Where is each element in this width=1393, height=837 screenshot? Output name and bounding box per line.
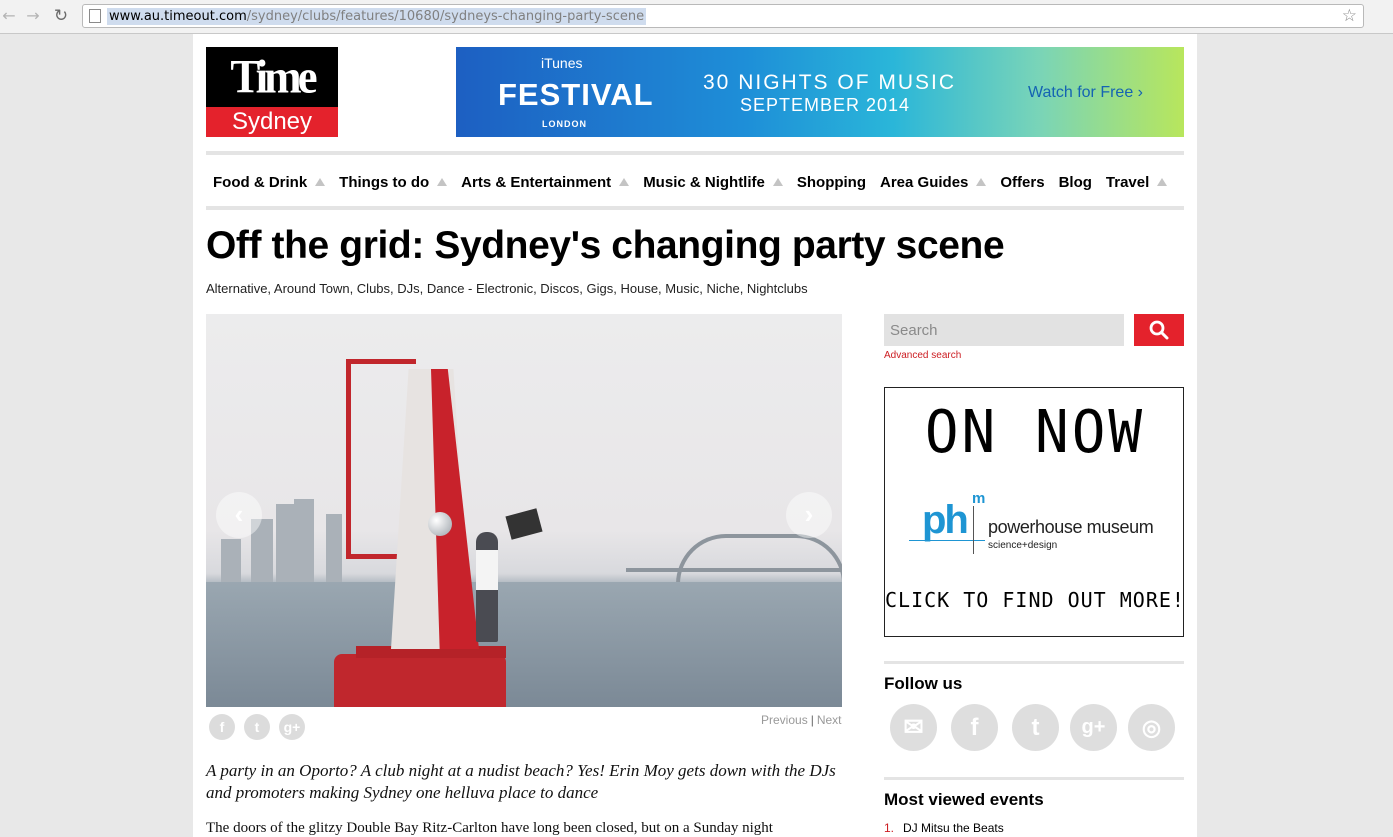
dropdown-caret-icon[interactable] — [315, 178, 326, 186]
nav-divider-bottom — [206, 206, 1184, 210]
banner-headline: 30 NIGHTS OF MUSIC — [703, 71, 957, 94]
boombox — [505, 508, 543, 540]
most-viewed-rank: 1. — [884, 821, 895, 835]
bridge-deck — [626, 568, 842, 572]
pager-separator: | — [810, 713, 814, 727]
dancer-shirt — [476, 550, 498, 590]
nav-item[interactable]: Area Guides — [880, 173, 987, 191]
article-tags[interactable]: Alternative, Around Town, Clubs, DJs, Da… — [206, 281, 808, 296]
sidebar-divider — [884, 777, 1184, 780]
nav-item[interactable]: Travel — [1105, 173, 1168, 191]
dropdown-caret-icon[interactable] — [437, 178, 448, 186]
ad-logo-divider — [973, 506, 974, 554]
banner-cta[interactable]: Watch for Free › — [1028, 84, 1143, 102]
email-icon[interactable]: ✉ — [890, 704, 937, 751]
dropdown-caret-icon[interactable] — [772, 178, 783, 186]
logo-wordmark: Time Out — [230, 50, 317, 167]
slideshow-prev-arrow-icon[interactable]: ‹ — [216, 492, 262, 538]
forward-arrow-icon[interactable]: → — [24, 6, 42, 26]
nav-item-label: Shopping — [796, 173, 867, 191]
nav-divider-top — [206, 151, 1184, 155]
banner-brand-text: iTunes — [541, 55, 583, 71]
banner-location: LONDON — [542, 119, 587, 129]
banner-ad[interactable]: iTunes FESTIVAL LONDON 30 NIGHTS OF MUSI… — [456, 47, 1184, 137]
page: Time Out Sydney iTunes FESTIVAL LONDON 3… — [193, 34, 1197, 837]
ad-museum-name: powerhouse museum — [988, 517, 1154, 537]
article-standfirst: A party in an Oporto? A club night at a … — [206, 761, 836, 802]
nav-item[interactable]: Blog — [1059, 174, 1092, 191]
browser-toolbar: ← → ↻ www.au.timeout.com/sydney/clubs/fe… — [0, 0, 1393, 34]
slideshow-next-arrow-icon[interactable]: › — [786, 492, 832, 538]
nav-item[interactable]: Food & Drink — [213, 173, 326, 191]
search-icon — [1149, 320, 1169, 340]
ad-headline: ON NOW — [924, 398, 1146, 467]
nav-item[interactable]: Music & Nightlife — [643, 174, 783, 191]
skyline-building — [294, 499, 314, 584]
search-input[interactable] — [884, 314, 1124, 346]
twitter-icon[interactable]: t — [1012, 704, 1059, 751]
banner-dates: SEPTEMBER 2014 — [740, 95, 911, 115]
main-navigation: Food & Drink Things to do Arts & Entertain… — [213, 171, 1181, 193]
bookmark-star-icon[interactable]: ☆ — [1342, 6, 1357, 26]
nav-item-label: Offers — [1000, 173, 1045, 191]
sidebar-ad[interactable]: ON NOW ph m powerhouse museum science+de… — [884, 387, 1184, 637]
instagram-icon[interactable]: ◎ — [1128, 704, 1175, 751]
nav-item[interactable]: Things to do — [339, 173, 448, 191]
nav-item-label: Arts & Entertainment — [461, 173, 612, 191]
follow-us-heading: Follow us — [884, 674, 963, 693]
share-google-plus-icon[interactable]: g+ — [279, 714, 305, 740]
share-facebook-icon[interactable]: f — [209, 714, 235, 740]
gallery-pager: Previous | Next — [761, 713, 842, 727]
ad-logo-superscript: m — [972, 490, 986, 507]
nav-item-label: Area Guides — [880, 173, 969, 191]
banner-brand: iTunes — [541, 55, 583, 71]
skyline-building — [221, 539, 241, 584]
gallery-next-link[interactable]: Next — [817, 713, 842, 727]
most-viewed-item[interactable]: DJ Mitsu the Beats — [903, 821, 1004, 835]
reload-icon[interactable]: ↻ — [52, 6, 70, 26]
timeout-logo[interactable]: Time Out Sydney — [206, 47, 338, 167]
nav-item[interactable]: Arts & Entertainment — [461, 173, 630, 191]
ad-tagline: science+design — [988, 540, 1058, 551]
skyline-building — [276, 504, 294, 584]
ad-cta[interactable]: CLICK TO FIND OUT MORE! — [885, 588, 1185, 612]
skyline-building — [326, 514, 342, 584]
nav-item-label: Food & Drink — [213, 173, 308, 191]
page-icon — [89, 9, 101, 23]
nav-item-label: Things to do — [339, 173, 430, 191]
facebook-icon[interactable]: f — [951, 704, 998, 751]
nav-item[interactable]: Shopping — [797, 174, 866, 191]
harbour-bridge — [676, 534, 842, 584]
article-body: The doors of the glitzy Double Bay Ritz-… — [206, 820, 773, 836]
nav-item[interactable]: Offers — [1000, 174, 1044, 191]
banner-festival: FESTIVAL — [498, 77, 654, 112]
advanced-search-link[interactable]: Advanced search — [884, 350, 961, 361]
hero-image: ‹ › — [206, 314, 842, 707]
address-bar[interactable]: www.au.timeout.com/sydney/clubs/features… — [82, 4, 1364, 28]
nav-item-label: Travel — [1105, 173, 1150, 191]
search-button[interactable] — [1134, 314, 1184, 346]
logo-city: Sydney — [206, 107, 338, 137]
nav-item-label: Blog — [1058, 173, 1092, 191]
sidebar-divider — [884, 661, 1184, 664]
google-plus-icon[interactable]: g+ — [1070, 704, 1117, 751]
ad-logo-letters: ph — [922, 498, 969, 542]
most-viewed-heading: Most viewed events — [884, 790, 1044, 809]
dropdown-caret-icon[interactable] — [1157, 178, 1168, 186]
buoy-base — [334, 654, 506, 707]
disco-ball — [428, 512, 452, 536]
nav-item-label: Music & Nightlife — [643, 173, 765, 191]
harbour-water — [206, 582, 842, 707]
url-path: /sydney/clubs/features/10680/sydneys-cha… — [246, 9, 645, 24]
back-arrow-icon[interactable]: ← — [0, 6, 18, 26]
dropdown-caret-icon[interactable] — [976, 178, 987, 186]
dropdown-caret-icon[interactable] — [619, 178, 630, 186]
url-text[interactable]: www.au.timeout.com/sydney/clubs/features… — [107, 8, 647, 25]
share-twitter-icon[interactable]: t — [244, 714, 270, 740]
url-host: www.au.timeout.com — [109, 9, 247, 24]
gallery-previous-link[interactable]: Previous — [761, 713, 808, 727]
article-title: Off the grid: Sydney's changing party sc… — [206, 224, 1005, 267]
